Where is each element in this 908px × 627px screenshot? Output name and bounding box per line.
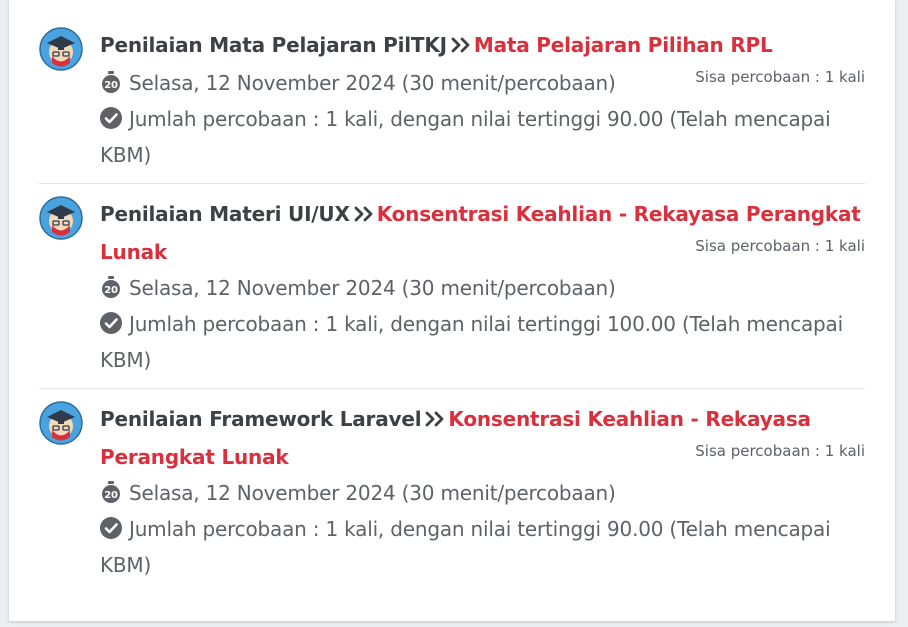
svg-text:20: 20 — [104, 490, 118, 501]
quiz-item: Penilaian Mata Pelajaran PilTKJ Mata Pela… — [39, 27, 865, 177]
quiz-title: Penilaian Framework Laravel Konsentrasi K… — [100, 401, 865, 475]
quiz-schedule: 20 Selasa, 12 November 2024 (30 menit/per… — [100, 475, 865, 511]
quiz-content: Penilaian Framework Laravel Konsentrasi K… — [100, 401, 865, 583]
quiz-result: Jumlah percobaan : 1 kali, dengan nilai … — [100, 306, 865, 378]
schedule-text: Selasa, 12 November 2024 (30 menit/perco… — [129, 276, 616, 300]
stopwatch-20-icon: 20 — [100, 68, 122, 93]
course-link[interactable]: Mata Pelajaran Pilihan RPL — [474, 33, 773, 57]
quiz-name: Penilaian Framework Laravel — [100, 407, 422, 431]
check-circle-icon — [100, 309, 122, 334]
remaining-attempts: Sisa percobaan : 1 kali — [695, 68, 865, 86]
item-divider — [39, 388, 865, 389]
schedule-text: Selasa, 12 November 2024 (30 menit/perco… — [129, 71, 616, 95]
remaining-attempts: Sisa percobaan : 1 kali — [695, 442, 865, 460]
quiz-item: Penilaian Materi UI/UX Konsentrasi Keahli… — [39, 196, 865, 376]
quiz-name: Penilaian Materi UI/UX — [100, 202, 350, 226]
quiz-title: Penilaian Materi UI/UX Konsentrasi Keahli… — [100, 196, 865, 270]
quiz-name: Penilaian Mata Pelajaran PilTKJ — [100, 33, 447, 57]
result-text: Jumlah percobaan : 1 kali, dengan nilai … — [100, 312, 843, 372]
quiz-content: Penilaian Mata Pelajaran PilTKJ Mata Pela… — [100, 27, 865, 173]
quiz-list-card: Penilaian Mata Pelajaran PilTKJ Mata Pela… — [9, 0, 895, 621]
check-circle-icon — [100, 104, 122, 129]
stopwatch-20-icon: 20 — [100, 273, 122, 298]
quiz-content: Penilaian Materi UI/UX Konsentrasi Keahli… — [100, 196, 865, 378]
double-chevron-right-icon — [451, 29, 471, 65]
double-chevron-right-icon — [425, 403, 445, 439]
stopwatch-20-icon: 20 — [100, 478, 122, 503]
quiz-item: Penilaian Framework Laravel Konsentrasi K… — [39, 401, 865, 581]
result-text: Jumlah percobaan : 1 kali, dengan nilai … — [100, 107, 831, 167]
check-circle-icon — [100, 514, 122, 539]
schedule-text: Selasa, 12 November 2024 (30 menit/perco… — [129, 481, 616, 505]
quiz-title: Penilaian Mata Pelajaran PilTKJ Mata Pela… — [100, 27, 865, 65]
quiz-schedule: 20 Selasa, 12 November 2024 (30 menit/per… — [100, 270, 865, 306]
quiz-result: Jumlah percobaan : 1 kali, dengan nilai … — [100, 511, 865, 583]
quiz-result: Jumlah percobaan : 1 kali, dengan nilai … — [100, 101, 865, 173]
svg-text:20: 20 — [104, 80, 118, 91]
student-avatar-icon — [39, 401, 83, 445]
result-text: Jumlah percobaan : 1 kali, dengan nilai … — [100, 517, 831, 577]
svg-text:20: 20 — [104, 285, 118, 296]
student-avatar-icon — [39, 196, 83, 240]
remaining-attempts: Sisa percobaan : 1 kali — [695, 237, 865, 255]
item-divider — [39, 183, 865, 184]
student-avatar-icon — [39, 27, 83, 71]
double-chevron-right-icon — [354, 198, 374, 234]
